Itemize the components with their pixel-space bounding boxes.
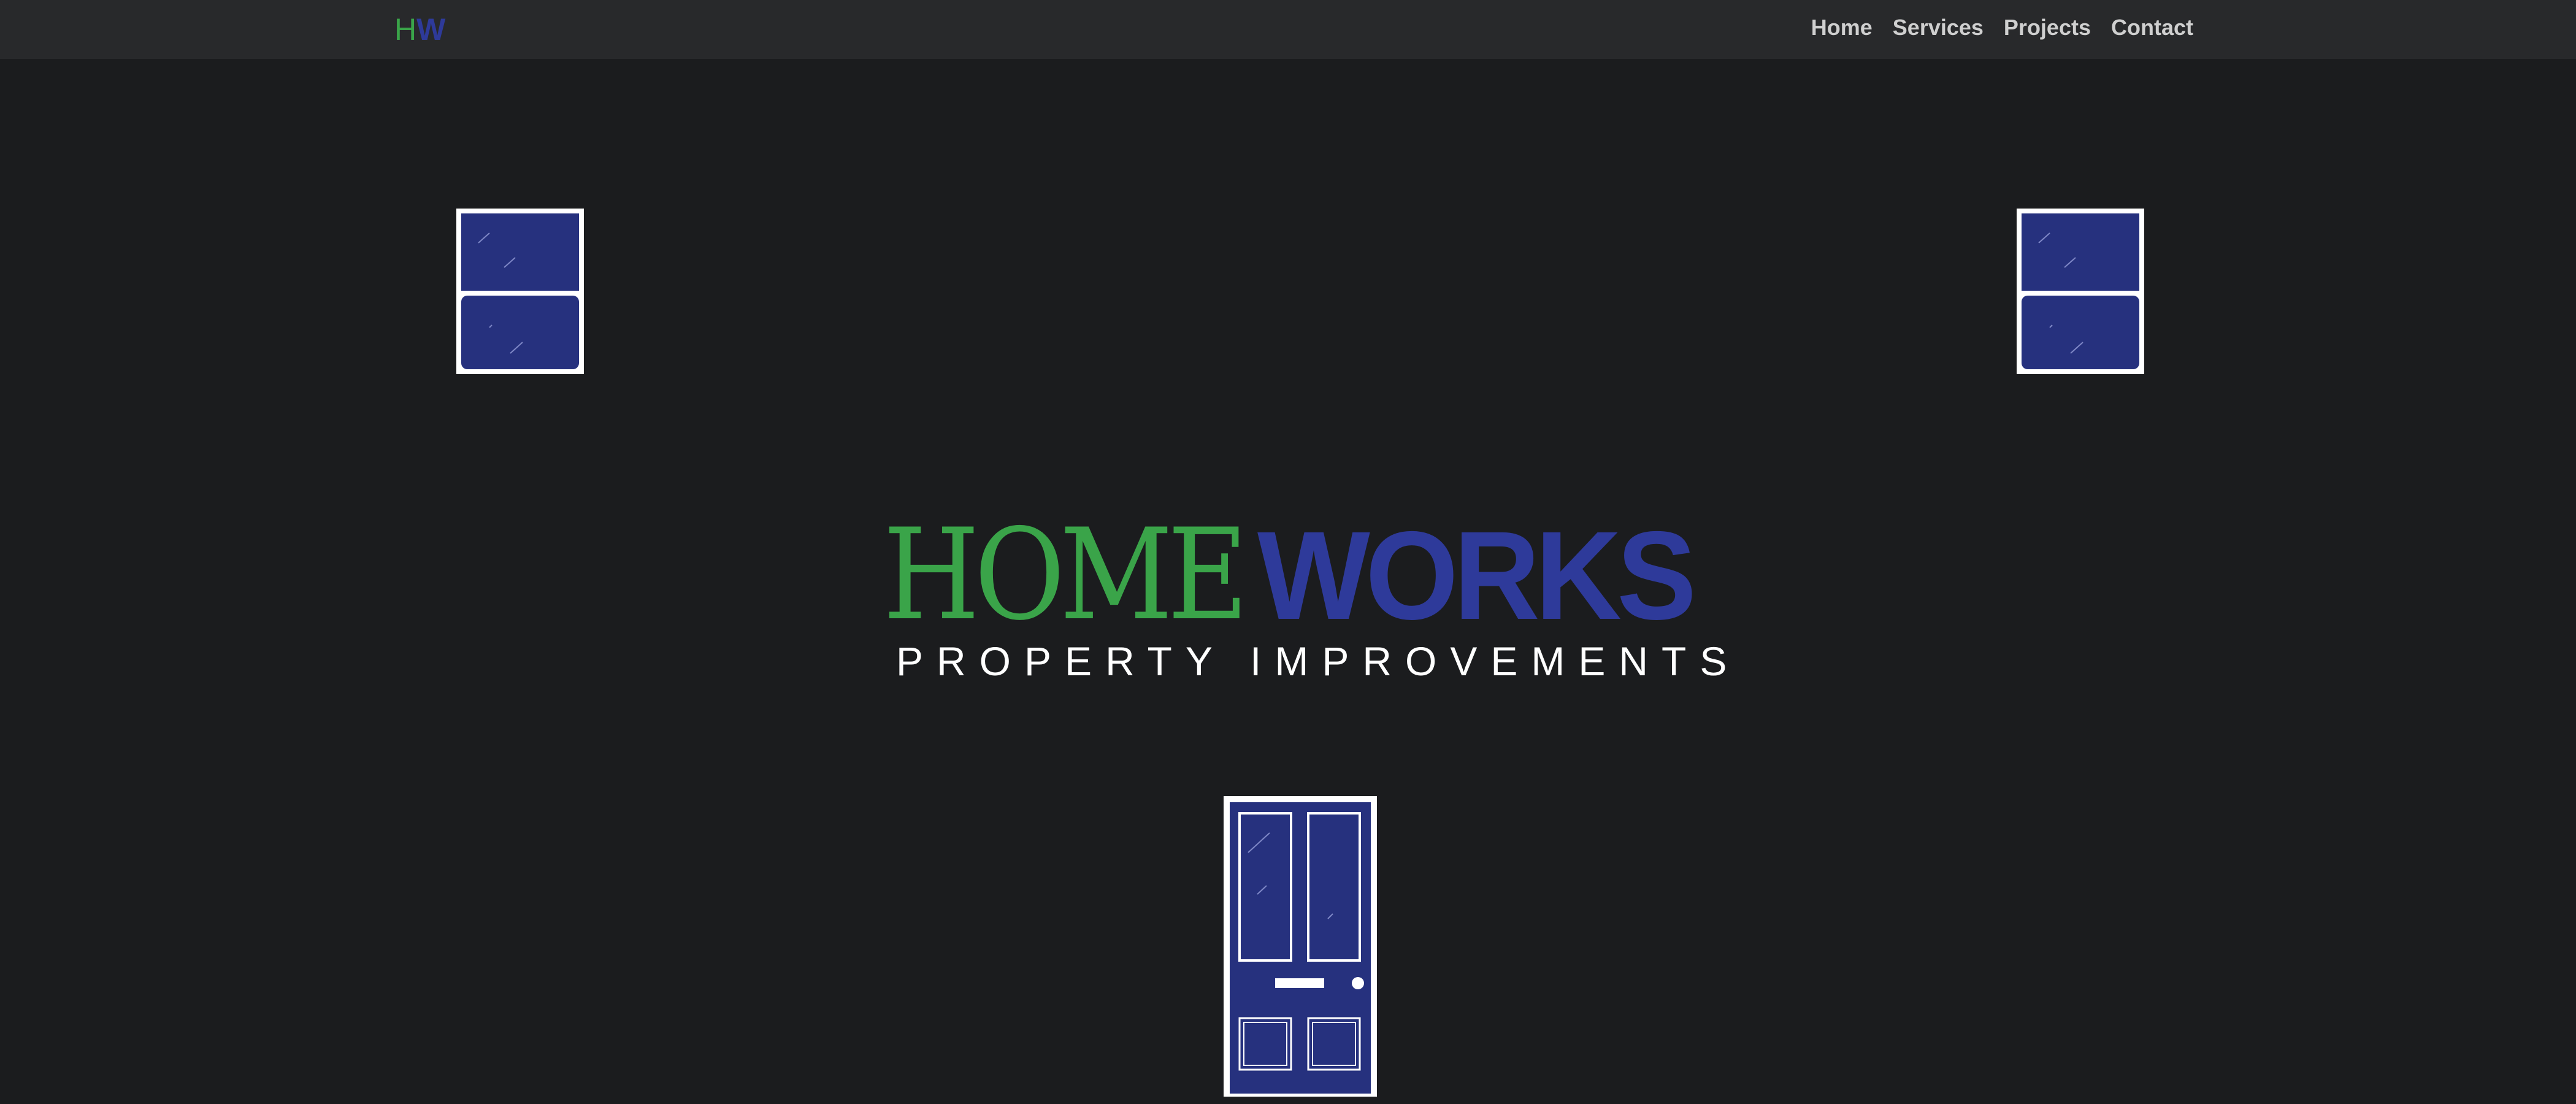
nav-link-home[interactable]: Home [1811, 15, 1873, 40]
homeworks-logo: HOME WORKS [883, 513, 1712, 639]
nav-link-services[interactable]: Services [1893, 15, 1984, 40]
nav-link-projects[interactable]: Projects [2004, 15, 2091, 40]
tagline: PROPERTY IMPROVEMENTS [896, 638, 1741, 684]
right-window-icon [2014, 206, 2147, 377]
nav-links: Home Services Projects Contact [1791, 0, 2193, 55]
sash-window-graphic [2017, 209, 2144, 374]
top-navbar: HW Home Services Projects Contact [0, 0, 2576, 59]
logo-word-works: WORKS [1257, 505, 1696, 646]
front-door-icon [1224, 796, 1377, 1097]
brand-letter-w: W [416, 12, 446, 47]
brand-letter-h: H [394, 12, 417, 47]
brand-logo-link[interactable]: HW [394, 10, 445, 49]
logo-word-home: HOME [883, 502, 1248, 648]
sash-window-graphic [456, 209, 584, 374]
left-window-icon [454, 206, 586, 377]
front-door-graphic [1224, 796, 1377, 1097]
nav-link-contact[interactable]: Contact [2111, 15, 2193, 40]
